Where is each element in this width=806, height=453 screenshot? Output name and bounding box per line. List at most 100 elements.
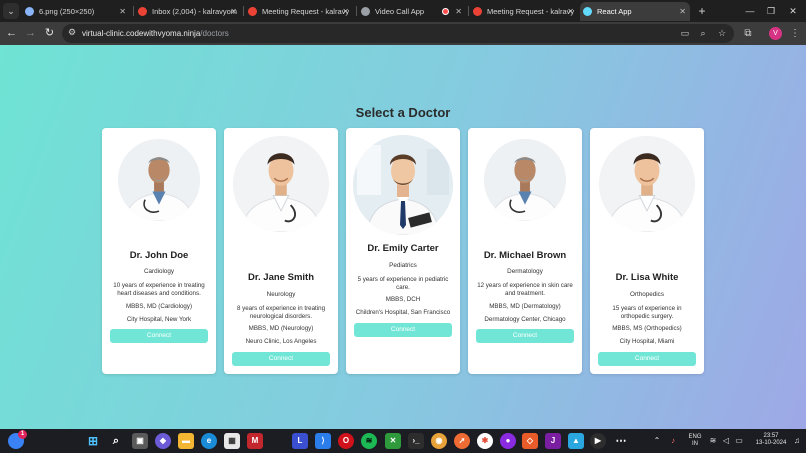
restore-icon[interactable]: ❐ <box>761 2 781 20</box>
close-icon[interactable]: ✕ <box>119 2 126 21</box>
cast-icon[interactable]: ▭ <box>678 27 692 40</box>
tab-search-icon[interactable]: ⌄ <box>3 3 19 19</box>
doctor-card: Dr. Michael Brown Dermatology 12 years o… <box>468 128 582 374</box>
tab-inbox[interactable]: Inbox (2,004) - kalravyom ✕ <box>135 2 241 21</box>
doctor-qualification: MBBS, DCH <box>385 296 421 303</box>
widgets-icon[interactable]: 1 <box>8 430 27 449</box>
mcafee-icon[interactable]: M <box>247 433 263 449</box>
store-icon[interactable]: ▦ <box>224 433 240 449</box>
xbox-icon[interactable]: ✕ <box>385 433 401 449</box>
menu-kebab-icon[interactable]: ⋮ <box>787 25 803 42</box>
connect-button[interactable]: Connect <box>476 329 574 343</box>
back-icon[interactable]: ← <box>3 25 20 42</box>
doctor-location: Children's Hospital, San Francisco <box>355 309 451 316</box>
doctor-location: Dermatology Center, Chicago <box>484 316 566 323</box>
connect-button[interactable]: Connect <box>354 323 452 337</box>
close-icon[interactable]: ✕ <box>455 2 462 21</box>
tab-label: Meeting Request - kalravy <box>262 7 350 16</box>
task-view-icon[interactable]: ▣ <box>132 433 148 449</box>
tab-label: Inbox (2,004) - kalravyom <box>152 7 238 16</box>
doctor-location: City Hospital, Miami <box>619 338 675 345</box>
close-icon[interactable]: ✕ <box>567 2 574 21</box>
postman-icon[interactable]: ➚ <box>454 433 470 449</box>
vscode-icon[interactable]: ⟩ <box>315 433 331 449</box>
tab-video-call[interactable]: Video Call App ✕ <box>358 2 466 21</box>
doctor-card: Dr. Lisa White Orthopedics 15 years of e… <box>590 128 704 374</box>
microphone-icon[interactable]: ♪ <box>667 435 679 447</box>
close-icon[interactable]: ✕ <box>230 2 237 21</box>
doctor-portrait-icon <box>233 136 329 232</box>
clock[interactable]: 23:57 13-10-2024 <box>751 433 791 447</box>
doctor-photo <box>599 136 695 232</box>
doctor-photo <box>353 135 453 235</box>
tab-meeting-request[interactable]: Meeting Request - kalravy ✕ <box>245 2 353 21</box>
doctor-specialty: Pediatrics <box>389 262 417 269</box>
file-explorer-icon[interactable]: ▬ <box>178 433 194 449</box>
connect-button[interactable]: Connect <box>598 352 696 366</box>
site-info-icon[interactable]: ⚙ <box>68 27 76 38</box>
doctor-specialty: Dermatology <box>507 268 543 275</box>
bookmark-star-icon[interactable]: ☆ <box>715 27 729 40</box>
doctor-card: Dr. Jane Smith Neurology 8 years of expe… <box>224 128 338 374</box>
copilot-icon[interactable]: ◆ <box>155 433 171 449</box>
minimize-icon[interactable]: — <box>740 2 760 20</box>
more-apps-icon[interactable]: ⋯ <box>613 433 629 449</box>
forward-icon[interactable]: → <box>22 25 39 42</box>
reload-icon[interactable]: ↻ <box>41 25 58 42</box>
terminal-icon[interactable]: ›_ <box>408 433 424 449</box>
profile-avatar[interactable]: V <box>769 27 782 40</box>
volume-icon[interactable]: ◁ <box>720 435 732 447</box>
tab-label: 6.png (250×250) <box>39 7 95 16</box>
chrome-icon[interactable]: ◉ <box>431 433 447 449</box>
doctor-card: Dr. Emily Carter Pediatrics 5 years of e… <box>346 128 460 374</box>
connect-button[interactable]: Connect <box>232 352 330 366</box>
language-indicator[interactable]: ENG IN <box>685 434 705 448</box>
media-player-icon[interactable]: ▶ <box>590 433 606 449</box>
doctor-experience: 12 years of experience in skin care and … <box>477 282 573 297</box>
tab-react-app[interactable]: React App ✕ <box>580 2 690 21</box>
doctor-name: Dr. Jane Smith <box>248 272 314 283</box>
doctor-name: Dr. Michael Brown <box>483 250 567 261</box>
address-bar[interactable]: ⚙ virtual-clinic.codewithvyoma.ninja/doc… <box>62 24 734 43</box>
slack-icon[interactable]: ✱ <box>477 433 493 449</box>
doctor-name: Dr. Emily Carter <box>367 243 439 254</box>
extensions-icon[interactable]: ⧉ <box>740 25 756 42</box>
globe-icon <box>361 7 370 16</box>
tab-meeting-request-2[interactable]: Meeting Request - kalravy ✕ <box>470 2 578 21</box>
doctor-experience: 5 years of experience in pediatric care. <box>357 276 449 291</box>
doctor-card: Dr. John Doe Cardiology 10 years of expe… <box>102 128 216 374</box>
notifications-bell-icon[interactable]: ♫ <box>791 435 803 447</box>
url-text[interactable]: virtual-clinic.codewithvyoma.ninja/docto… <box>82 24 229 43</box>
doctor-portrait-icon <box>484 139 566 221</box>
doctor-photo <box>118 139 200 221</box>
opera-icon[interactable]: O <box>338 433 354 449</box>
notification-badge: 1 <box>18 430 27 439</box>
doctor-photo <box>484 139 566 221</box>
doctor-name: Dr. John Doe <box>129 250 189 261</box>
battery-icon[interactable]: ▭ <box>733 435 745 447</box>
docker-icon[interactable]: ▲ <box>568 433 584 449</box>
edge-icon[interactable]: e <box>201 433 217 449</box>
github-icon[interactable]: ● <box>500 433 516 449</box>
windows-start-icon[interactable]: ⊞ <box>85 433 101 449</box>
doctor-selection-page: Select a Doctor Dr. John Doe Cardiology … <box>0 45 806 429</box>
spotify-icon[interactable]: ≋ <box>361 433 377 449</box>
chevron-up-icon[interactable]: ⌃ <box>651 435 663 447</box>
connect-button[interactable]: Connect <box>110 329 208 343</box>
new-tab-icon[interactable]: + <box>693 2 711 20</box>
doctor-qualification: MBBS, MS (Orthopedics) <box>612 325 682 332</box>
tab-image[interactable]: 6.png (250×250) ✕ <box>22 2 130 21</box>
l-app-icon[interactable]: L <box>292 433 308 449</box>
git-icon[interactable]: ◇ <box>522 433 538 449</box>
intellij-icon[interactable]: J <box>545 433 561 449</box>
gmail-icon <box>473 7 482 16</box>
browser-toolbar: ← → ↻ ⚙ virtual-clinic.codewithvyoma.nin… <box>0 22 806 45</box>
close-icon[interactable]: ✕ <box>679 2 686 21</box>
window-close-icon[interactable]: ✕ <box>783 2 803 20</box>
taskbar: 1 ⊞ ⌕ ▣ ◆ ▬ e ▦ M L ⟩ O ≋ ✕ ›_ ◉ ➚ ✱ ● ◇… <box>0 429 806 453</box>
search-icon[interactable]: ⌕ <box>108 433 124 449</box>
wifi-icon[interactable]: ≋ <box>707 435 719 447</box>
zoom-icon[interactable]: ⌕ <box>696 27 710 40</box>
close-icon[interactable]: ✕ <box>342 2 349 21</box>
doctor-location: Neuro Clinic, Los Angeles <box>245 338 317 345</box>
